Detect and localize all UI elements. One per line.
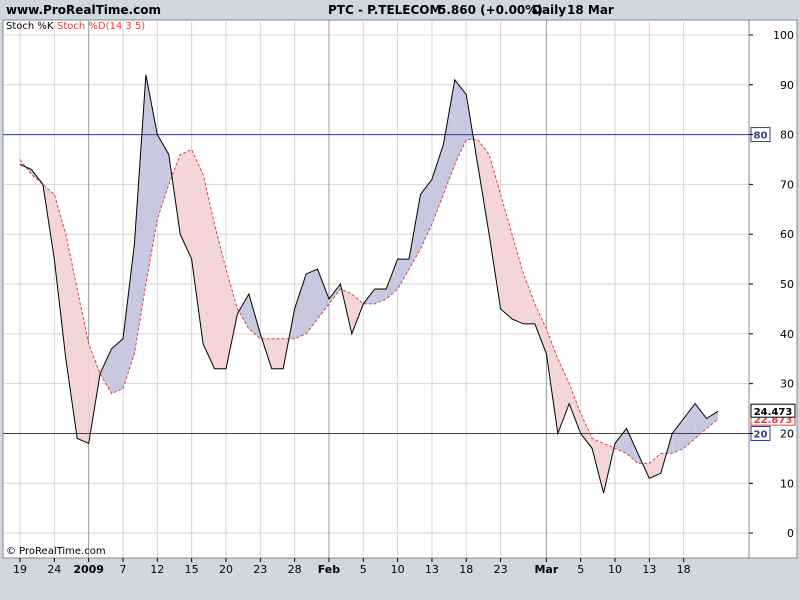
x-tick-label: 12 <box>150 563 164 576</box>
y-tick-label: 80 <box>780 129 794 142</box>
quote-label: 5.860 (+0.00%) <box>438 3 543 17</box>
y-tick-label: 10 <box>780 477 794 490</box>
level-label: 20 <box>754 429 768 440</box>
y-tick-label: 60 <box>780 228 794 241</box>
x-tick-label: 19 <box>13 563 27 576</box>
x-tick-label: Feb <box>318 563 341 576</box>
stochastic-chart: www.ProRealTime.com PTC - P.TELECOM 5.86… <box>0 0 800 600</box>
site-label: www.ProRealTime.com <box>6 3 161 17</box>
date-label: 18 Mar <box>567 3 614 17</box>
x-tick-label: 23 <box>494 563 508 576</box>
y-tick-label: 70 <box>780 178 794 191</box>
y-tick-label: 50 <box>780 278 794 291</box>
y-tick-label: 100 <box>773 29 794 42</box>
x-tick-label: 23 <box>253 563 267 576</box>
y-tick-label: 0 <box>787 527 794 540</box>
level-label: 80 <box>754 131 768 142</box>
copyright-label: © ProRealTime.com <box>6 546 106 557</box>
y-tick-label: 40 <box>780 328 794 341</box>
legend-d: Stoch %D(14 3 5) <box>57 21 145 32</box>
y-tick-label: 20 <box>780 427 794 440</box>
x-tick-label: 28 <box>288 563 302 576</box>
x-tick-label: 5 <box>577 563 584 576</box>
x-tick-label: 15 <box>185 563 199 576</box>
x-tick-label: Mar <box>534 563 558 576</box>
instrument-title: PTC - P.TELECOM <box>328 3 441 17</box>
last-value-badges: 22.87324.473 <box>750 403 796 426</box>
x-tick-label: 24 <box>47 563 61 576</box>
legend-k: Stoch %K <box>6 21 54 32</box>
x-tick-label: 10 <box>608 563 622 576</box>
x-tick-label: 18 <box>459 563 473 576</box>
x-tick-label: 2009 <box>73 563 104 576</box>
x-tick-label: 10 <box>391 563 405 576</box>
period-label: Daily <box>532 3 566 17</box>
x-tick-label: 20 <box>219 563 233 576</box>
y-tick-label: 30 <box>780 378 794 391</box>
last-value-label-k: 24.473 <box>754 407 793 418</box>
x-tick-label: 18 <box>677 563 691 576</box>
x-tick-label: 13 <box>425 563 439 576</box>
x-tick-label: 13 <box>642 563 656 576</box>
y-tick-label: 90 <box>780 79 794 92</box>
x-tick-label: 7 <box>119 563 126 576</box>
fill-d-above <box>271 338 284 369</box>
x-tick-label: 5 <box>360 563 367 576</box>
